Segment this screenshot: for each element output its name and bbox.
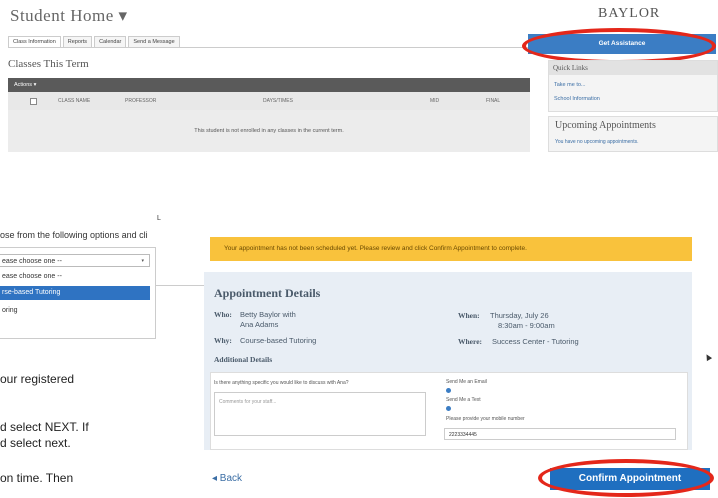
when-time: 8:30am - 9:00am (498, 321, 555, 330)
option-course-based-tutoring[interactable]: rse-based Tutoring (0, 286, 150, 300)
instruction-line-1: our registered (0, 372, 75, 386)
who-label: Who: (214, 310, 232, 319)
who-value-line-1: Betty Baylor with (240, 310, 296, 319)
instruction-line-4: on time. Then (0, 471, 74, 485)
label-marker: L (157, 215, 161, 222)
option-choose-one[interactable]: ease choose one -- (0, 270, 150, 284)
email-checkbox[interactable] (446, 388, 451, 393)
discussion-question: Is there anything specific you would lik… (214, 380, 349, 386)
why-value: Course-based Tutoring (240, 336, 317, 345)
warning-banner: Your appointment has not been scheduled … (210, 237, 692, 261)
phone-label: Please provide your mobile number (446, 416, 525, 422)
where-value: Success Center - Tutoring (492, 337, 579, 346)
tab-divider (8, 47, 530, 48)
where-label: Where: (458, 337, 483, 346)
table-header: CLASS NAME PROFESSOR DAYS/TIMES MID FINA… (8, 92, 530, 111)
who-value-line-2: Ana Adams (240, 320, 279, 329)
col-professor[interactable]: PROFESSOR (125, 98, 156, 104)
col-final[interactable]: FINAL (486, 98, 500, 104)
quick-links-panel: Quick Links Take me to... School Informa… (548, 60, 718, 112)
divider (155, 285, 205, 286)
select-value: ease choose one -- (2, 258, 62, 265)
classes-heading: Classes This Term (8, 58, 89, 70)
upcoming-empty-text: You have no upcoming appointments. (555, 139, 639, 145)
quick-links-header: Quick Links (549, 61, 717, 75)
highlight-circle (538, 459, 714, 497)
empty-table-message: This student is not enrolled in any clas… (8, 110, 530, 152)
col-class-name[interactable]: CLASS NAME (58, 98, 90, 104)
service-dropdown: ease choose one -- ▾ ease choose one -- … (0, 247, 156, 339)
email-option-label: Send Me an Email (446, 379, 487, 385)
mouse-cursor-icon (703, 352, 713, 362)
back-button[interactable]: ◂ Back (212, 473, 242, 484)
instruction-line-3: d select next. (0, 436, 71, 450)
upcoming-header: Upcoming Appointments (555, 120, 656, 131)
option-tutoring[interactable]: oring (0, 304, 150, 318)
col-mid[interactable]: MID (430, 98, 439, 104)
chevron-down-icon: ▾ (141, 258, 144, 264)
col-days-times[interactable]: DAYS/TIMES (263, 98, 293, 104)
text-option-label: Send Me a Text (446, 397, 481, 403)
why-label: Why: (214, 336, 232, 345)
upcoming-appointments-panel: Upcoming Appointments You have no upcomi… (548, 116, 718, 152)
quick-link-school-information[interactable]: School Information (554, 96, 600, 102)
page-title[interactable]: Student Home ▾ (10, 6, 128, 26)
choose-prompt: ose from the following options and cli (0, 230, 148, 240)
when-label: When: (458, 311, 480, 320)
comments-textarea[interactable]: Comments for your staff... (214, 392, 426, 436)
select-all-checkbox[interactable] (30, 98, 37, 105)
actions-menu[interactable]: Actions ▾ (8, 78, 530, 92)
instruction-line-2: d select NEXT. If (0, 420, 89, 434)
quick-link-take-me-to[interactable]: Take me to... (554, 82, 586, 88)
when-date: Thursday, July 26 (490, 311, 549, 320)
highlight-circle (522, 28, 716, 64)
brand-logo: BAYLOR (598, 6, 661, 21)
phone-input[interactable]: 2223334445 (444, 428, 676, 440)
text-checkbox[interactable] (446, 406, 451, 411)
service-select[interactable]: ease choose one -- ▾ (0, 254, 150, 267)
additional-details-header: Additional Details (214, 355, 273, 364)
appointment-title: Appointment Details (214, 286, 321, 300)
